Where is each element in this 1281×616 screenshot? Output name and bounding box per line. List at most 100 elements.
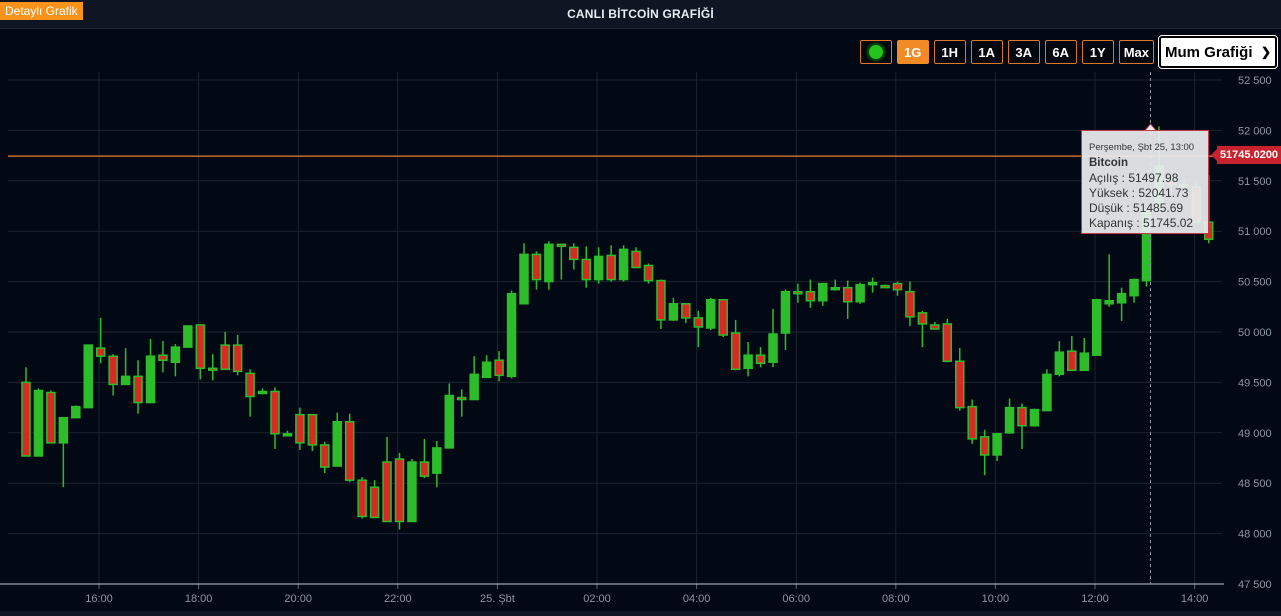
candle[interactable]: [357, 477, 367, 519]
candle[interactable]: [1067, 336, 1077, 372]
candle[interactable]: [457, 389, 467, 417]
candle[interactable]: [369, 480, 380, 519]
candle-body: [569, 246, 579, 261]
candle[interactable]: [681, 303, 691, 323]
candle[interactable]: [693, 310, 704, 348]
candle[interactable]: [892, 281, 903, 296]
candle[interactable]: [419, 438, 430, 479]
candle[interactable]: [917, 310, 928, 348]
candle[interactable]: [718, 298, 728, 338]
candle[interactable]: [593, 247, 604, 284]
y-tick-label: 50 500: [1238, 277, 1272, 289]
candle[interactable]: [382, 436, 392, 523]
candle[interactable]: [556, 243, 567, 280]
candle[interactable]: [880, 284, 890, 289]
candle[interactable]: [569, 243, 579, 270]
candle[interactable]: [793, 283, 803, 303]
y-tick-label: 50 000: [1238, 327, 1272, 339]
candle[interactable]: [1004, 398, 1015, 434]
candlestick-chart[interactable]: 47 500 48 000 48 500 49 000 49 500 50 000 50 5…: [0, 0, 1281, 616]
candle[interactable]: [133, 360, 143, 414]
candle[interactable]: [245, 369, 255, 417]
candle[interactable]: [979, 429, 990, 476]
candle[interactable]: [1017, 403, 1027, 449]
candle[interactable]: [71, 405, 81, 419]
candle[interactable]: [1079, 338, 1089, 372]
candle[interactable]: [955, 348, 965, 411]
candle[interactable]: [506, 290, 517, 379]
candle[interactable]: [867, 277, 878, 293]
candle[interactable]: [618, 245, 629, 282]
candle-body: [208, 367, 218, 372]
candle[interactable]: [668, 297, 679, 321]
candle[interactable]: [481, 355, 492, 379]
candle[interactable]: [930, 321, 940, 330]
candle[interactable]: [469, 356, 479, 401]
candle[interactable]: [1116, 287, 1127, 321]
candle[interactable]: [183, 325, 193, 348]
candle[interactable]: [656, 279, 666, 329]
candle[interactable]: [120, 348, 131, 386]
candle[interactable]: [320, 441, 330, 474]
candle-body: [282, 433, 293, 437]
candle[interactable]: [519, 243, 529, 305]
candle[interactable]: [257, 388, 268, 395]
candle[interactable]: [220, 332, 230, 371]
candle[interactable]: [332, 412, 342, 467]
candle[interactable]: [83, 344, 93, 409]
candle[interactable]: [295, 407, 305, 450]
candle[interactable]: [232, 335, 243, 376]
candle[interactable]: [606, 245, 616, 282]
candle[interactable]: [394, 452, 405, 530]
candle[interactable]: [195, 324, 206, 380]
candle-body: [967, 405, 977, 440]
candle[interactable]: [755, 347, 766, 368]
candle-body: [1017, 406, 1027, 427]
candle[interactable]: [942, 318, 953, 363]
candle[interactable]: [643, 263, 654, 284]
x-tick-label: 02:00: [583, 593, 611, 605]
candle[interactable]: [818, 282, 828, 306]
candle[interactable]: [905, 281, 915, 326]
candle[interactable]: [780, 289, 791, 351]
candle[interactable]: [46, 390, 56, 444]
candle[interactable]: [768, 308, 778, 368]
candle[interactable]: [743, 342, 753, 377]
candle[interactable]: [158, 341, 168, 373]
candle-body: [95, 347, 106, 357]
candle[interactable]: [631, 247, 641, 269]
candle[interactable]: [544, 241, 554, 290]
candle[interactable]: [432, 440, 442, 488]
candle[interactable]: [145, 339, 156, 404]
candle[interactable]: [307, 413, 318, 451]
candle[interactable]: [706, 297, 716, 330]
candle[interactable]: [730, 319, 741, 371]
candle[interactable]: [967, 399, 977, 444]
candle[interactable]: [33, 388, 44, 457]
candle[interactable]: [1091, 298, 1102, 356]
candle[interactable]: [1129, 278, 1139, 303]
candle[interactable]: [992, 432, 1002, 462]
candle[interactable]: [170, 344, 181, 377]
candle[interactable]: [444, 383, 455, 449]
candle[interactable]: [21, 367, 31, 457]
candle[interactable]: [1054, 341, 1065, 377]
candle[interactable]: [58, 416, 69, 488]
candle[interactable]: [344, 413, 355, 483]
candle[interactable]: [1029, 408, 1040, 427]
candle[interactable]: [1104, 254, 1114, 307]
candle[interactable]: [95, 317, 106, 364]
candle[interactable]: [282, 430, 293, 437]
candle[interactable]: [407, 459, 417, 523]
candle[interactable]: [1042, 369, 1052, 412]
candle[interactable]: [805, 279, 816, 308]
candle[interactable]: [108, 354, 118, 396]
candle-body: [805, 290, 816, 302]
candle[interactable]: [494, 351, 504, 382]
x-tick-label: 20:00: [284, 593, 312, 605]
candle[interactable]: [842, 280, 853, 319]
candle[interactable]: [855, 282, 865, 304]
candle[interactable]: [208, 354, 218, 381]
candle[interactable]: [531, 251, 542, 290]
candle[interactable]: [270, 387, 280, 449]
